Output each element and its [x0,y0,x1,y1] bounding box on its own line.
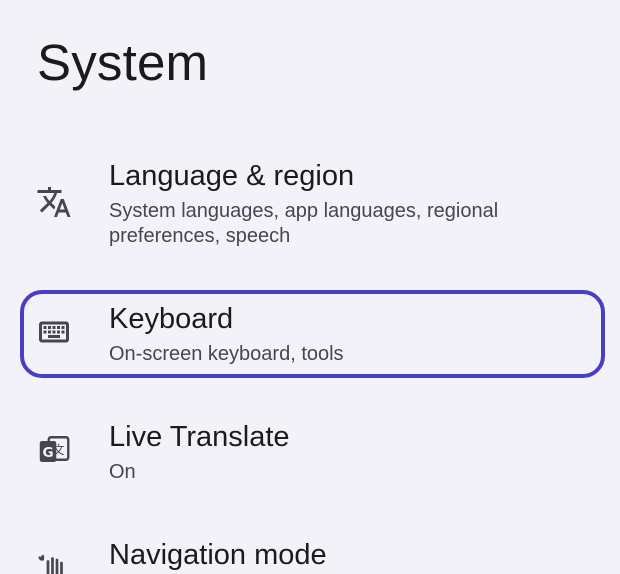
settings-list: Language & region System languages, app … [0,0,620,574]
translate-icon [36,184,72,220]
item-summary: System languages, app languages, regiona… [109,200,499,247]
item-title: Language & region [109,160,355,192]
item-title: Live Translate [109,421,290,453]
keyboard-icon [36,314,72,350]
item-title: Navigation mode [109,539,327,571]
item-summary: On-screen keyboard, tools [109,343,344,365]
item-summary: On [109,461,136,483]
settings-item-keyboard[interactable]: Keyboard On-screen keyboard, tools [0,290,620,378]
settings-item-live-translate[interactable]: 文 G Live Translate On [0,410,620,500]
settings-item-language-region[interactable]: Language & region System languages, app … [0,150,620,260]
svg-text:G: G [42,445,53,461]
live-translate-icon: 文 G [36,432,72,468]
item-title: Keyboard [109,303,234,335]
gesture-icon [36,548,72,574]
settings-item-navigation-mode[interactable]: Navigation mode [0,530,620,574]
